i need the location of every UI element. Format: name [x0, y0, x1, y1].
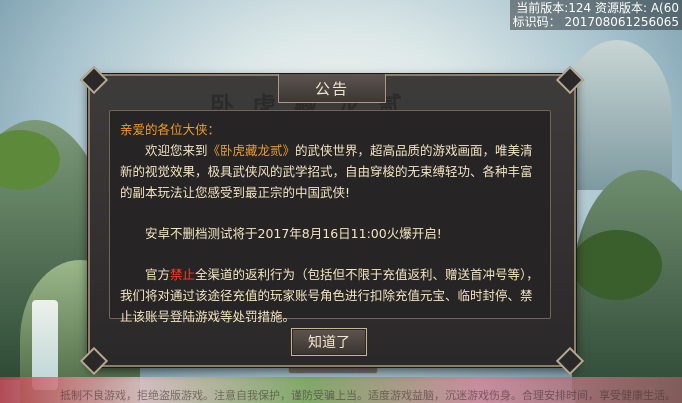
tree — [572, 230, 662, 300]
paragraph-test-date: 安卓不删档测试将于2017年8月16日11:00火爆开启! — [145, 226, 442, 241]
ok-button[interactable]: 知道了 — [291, 328, 367, 356]
identifier-line: 标识码： 201708061256065 — [512, 15, 679, 29]
announcement-dialog: 卧虎藏龙贰 公告 亲爱的各位大侠： 欢迎您来到《卧虎藏龙贰》的武侠世界，超高品质… — [79, 65, 585, 376]
text: 欢迎您来到 — [145, 143, 208, 158]
game-name: 《卧虎藏龙贰》 — [207, 143, 296, 158]
text: 官方 — [145, 267, 171, 282]
dialog-title: 公告 — [278, 74, 386, 103]
forbid-word: 禁止 — [170, 267, 196, 282]
version-line: 当前版本:124 资源版本: A(60 — [516, 1, 679, 15]
paragraph-rebate: 官方禁止全渠道的返利行为（包括但不限于充值返利、赠送首冲号等），我们将对通过该途… — [120, 264, 540, 327]
paragraph-welcome: 欢迎您来到《卧虎藏龙贰》的武侠世界，超高品质的游戏画面，唯美清新的视觉效果，极具… — [120, 140, 540, 203]
version-info: 当前版本:124 资源版本: A(60 标识码： 201708061256065 — [509, 0, 682, 30]
announcement-content[interactable]: 亲爱的各位大侠： 欢迎您来到《卧虎藏龙贰》的武侠世界，超高品质的游戏画面，唯美清… — [109, 110, 551, 324]
health-notice: 抵制不良游戏，拒绝盗版游戏。注意自我保护，谨防受骗上当。适度游戏益脑，沉迷游戏伤… — [60, 389, 676, 402]
mountain — [562, 40, 672, 190]
greeting: 亲爱的各位大侠： — [120, 122, 221, 137]
